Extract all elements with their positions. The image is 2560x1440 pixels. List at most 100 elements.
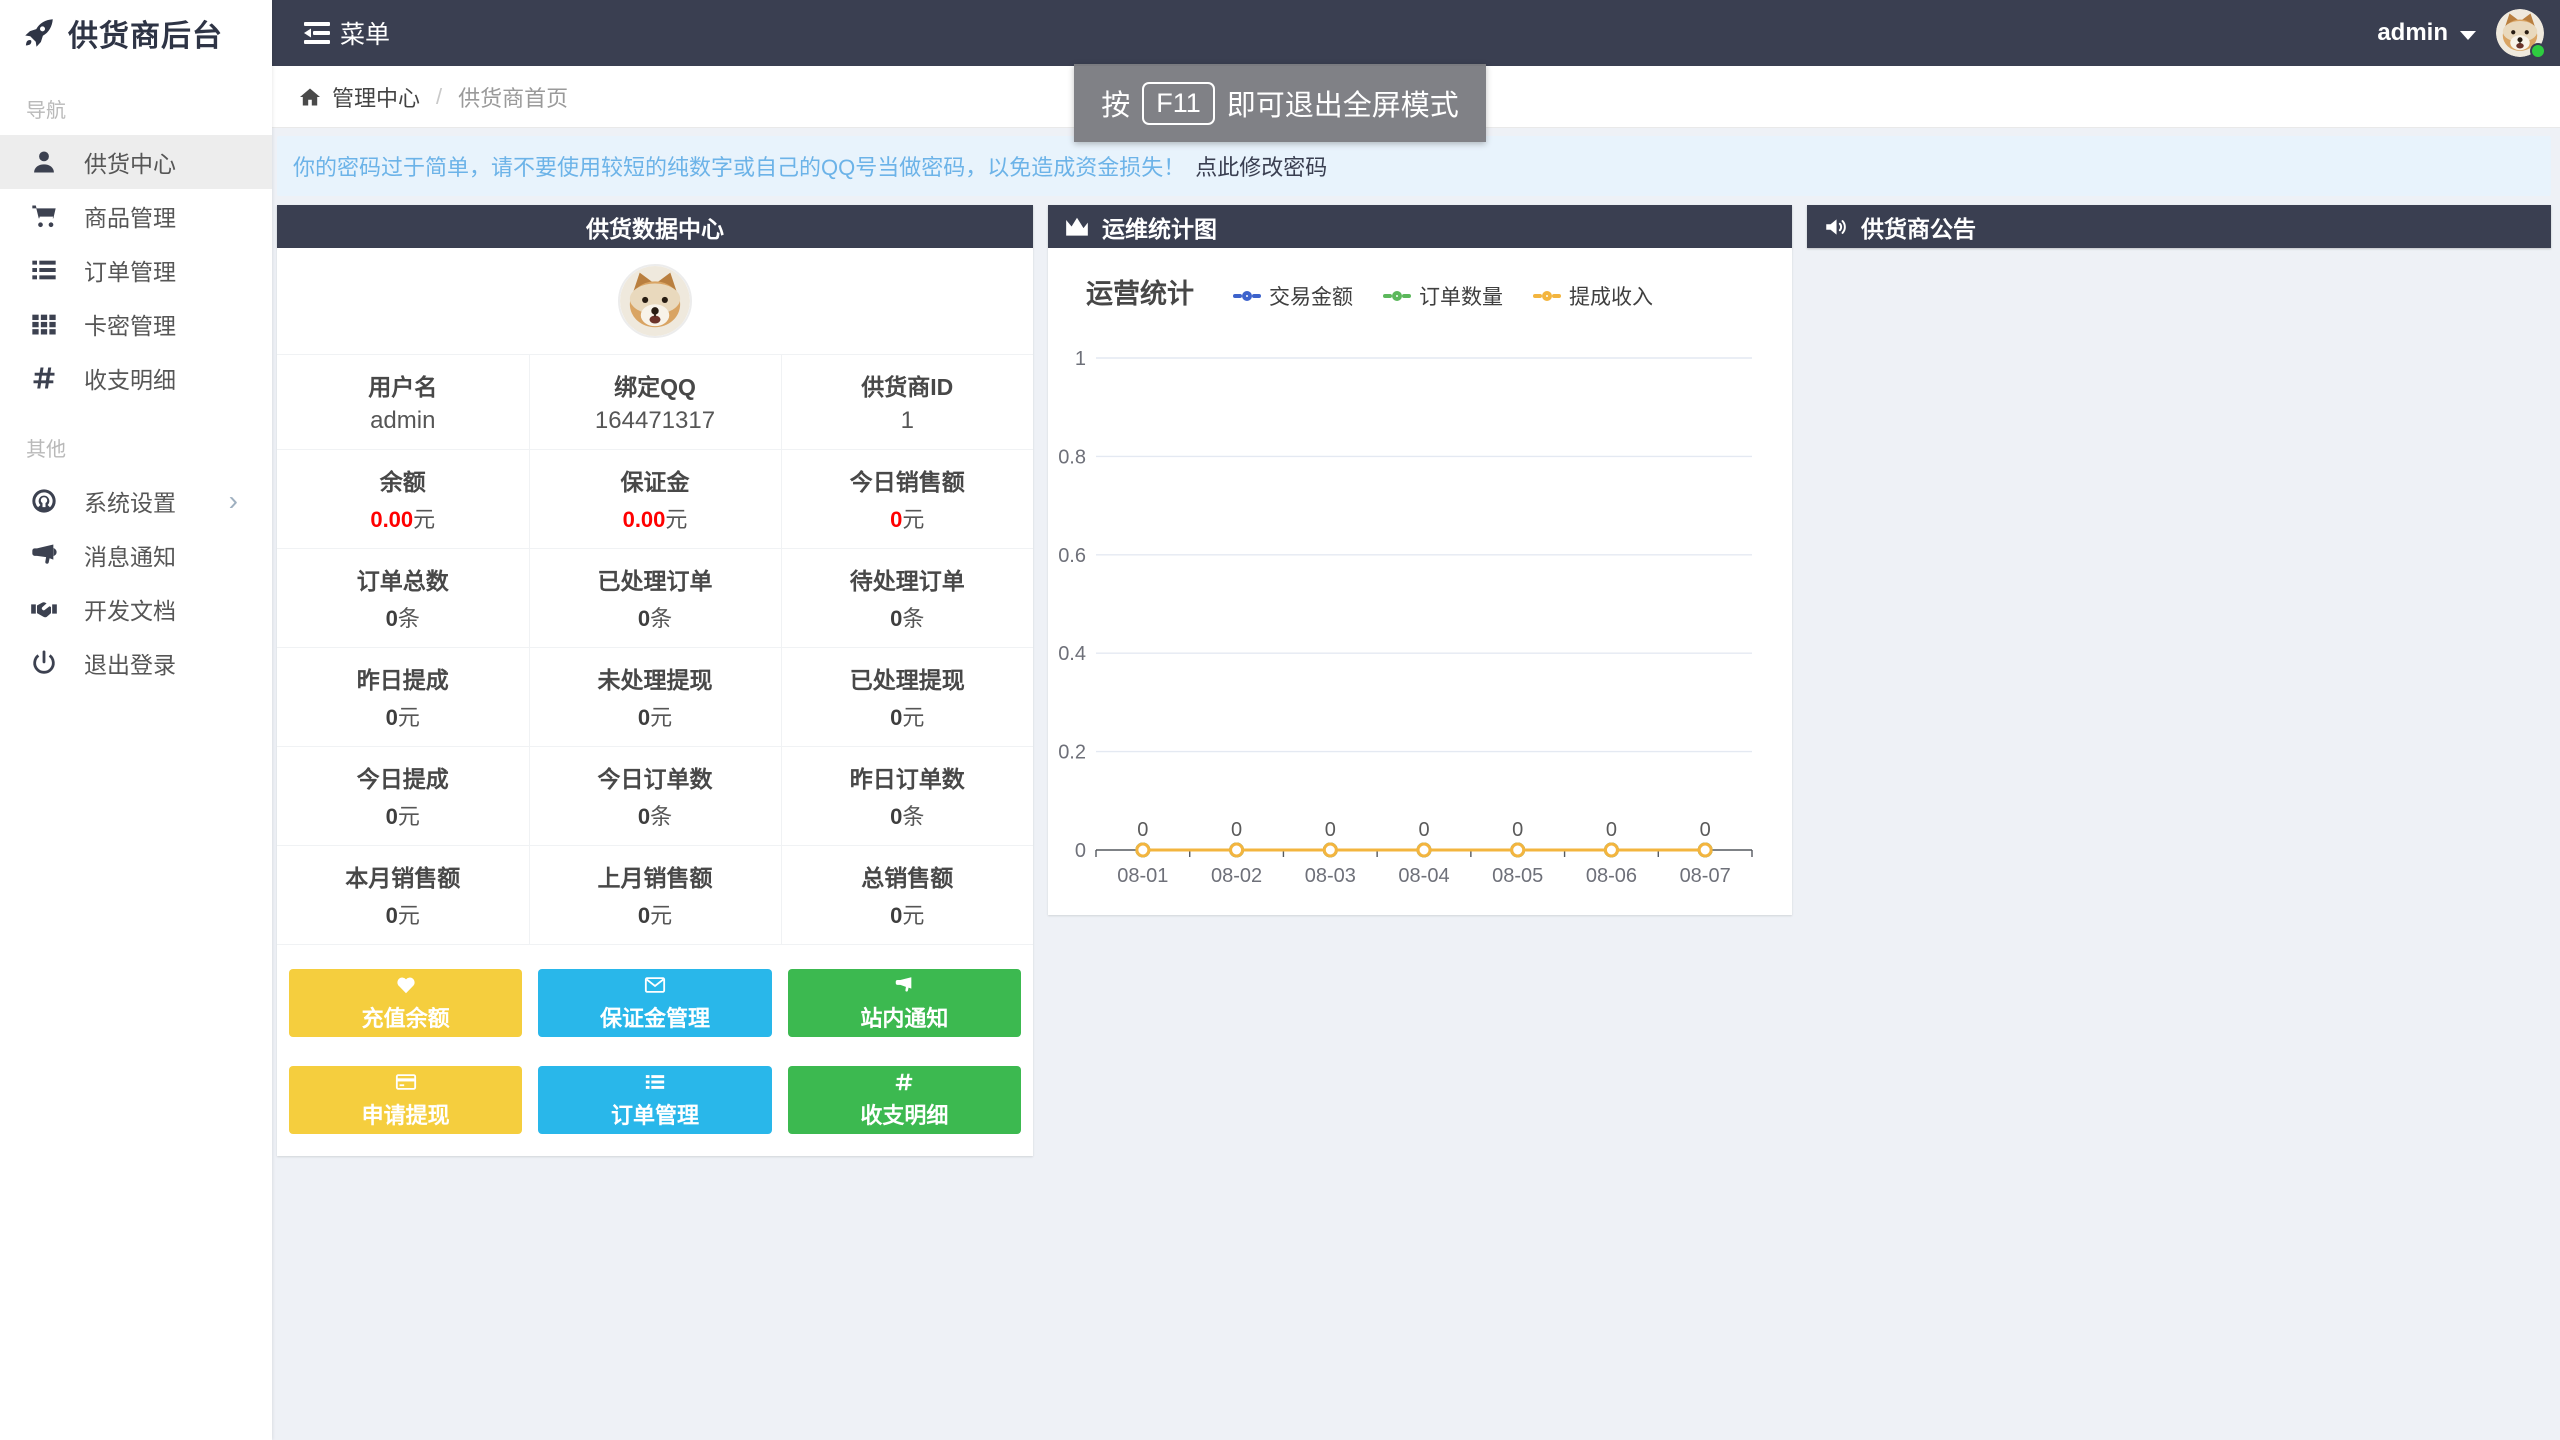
f11-key-badge: F11 bbox=[1142, 82, 1215, 125]
ops-chart-panel: 运维统计图 运营统计 交易金额订单数量提成收入 00.20.40.60.8108… bbox=[1048, 205, 1792, 915]
stats-table: 用户名admin绑定QQ164471317供货商ID1余额0.00元保证金0.0… bbox=[277, 354, 1033, 944]
topbar: 菜单 admin bbox=[272, 0, 2560, 66]
page-content: 你的密码过于简单，请不要使用较短的纯数字或自己的QQ号当做密码，以免造成资金损失… bbox=[272, 128, 2560, 1156]
stat-cell: 待处理订单0条 bbox=[781, 549, 1033, 648]
svg-text:08-02: 08-02 bbox=[1211, 865, 1262, 887]
action-button[interactable]: 保证金管理 bbox=[538, 969, 771, 1037]
stat-cell: 昨日订单数0条 bbox=[781, 747, 1033, 846]
stat-value: 0条 bbox=[782, 601, 1034, 633]
stat-label: 今日销售额 bbox=[782, 463, 1034, 497]
sidebar: 供货商后台 导航 供货中心 商品管理 订单管理 卡密管理 bbox=[0, 0, 272, 1440]
breadcrumb-separator: / bbox=[436, 84, 442, 110]
stat-value: 0.00元 bbox=[277, 502, 529, 534]
stat-cell: 今日订单数0条 bbox=[529, 747, 781, 846]
user-menu[interactable]: admin bbox=[2377, 9, 2560, 57]
stat-label: 总销售额 bbox=[782, 859, 1034, 893]
sidebar-item-system-settings[interactable]: 系统设置 › bbox=[0, 474, 272, 528]
svg-text:0: 0 bbox=[1700, 819, 1711, 841]
action-button[interactable]: 订单管理 bbox=[538, 1066, 771, 1134]
quick-actions: 充值余额保证金管理 站内通知申请提现订单管理 收支明细 bbox=[277, 944, 1033, 1156]
data-center-header: 供货数据中心 bbox=[277, 205, 1033, 248]
sidebar-item-label: 商品管理 bbox=[84, 199, 176, 233]
stat-label: 未处理提现 bbox=[530, 661, 781, 695]
sidebar-item-supply-center[interactable]: 供货中心 bbox=[0, 135, 272, 189]
stat-label: 供货商ID bbox=[782, 368, 1034, 402]
svg-text:1: 1 bbox=[1075, 348, 1086, 370]
stat-value: 0条 bbox=[782, 799, 1034, 831]
stat-label: 余额 bbox=[277, 463, 529, 497]
stat-cell: 本月销售额0元 bbox=[277, 846, 529, 945]
action-button[interactable]: 站内通知 bbox=[788, 969, 1021, 1037]
svg-text:08-05: 08-05 bbox=[1492, 865, 1543, 887]
speaker-icon bbox=[1823, 214, 1849, 240]
announcement-panel: 供货商公告 bbox=[1807, 205, 2551, 248]
stat-value: 0元 bbox=[277, 898, 529, 930]
main-area: 菜单 admin 管理中心 / 供货商首页 你的密码过于简单，请不要使用较短的纯… bbox=[272, 0, 2560, 1440]
stat-label: 今日订单数 bbox=[530, 760, 781, 794]
svg-text:0.4: 0.4 bbox=[1058, 643, 1086, 665]
stat-cell: 已处理订单0条 bbox=[529, 549, 781, 648]
avatar[interactable] bbox=[2496, 9, 2544, 57]
stat-label: 订单总数 bbox=[277, 562, 529, 596]
stat-value: admin bbox=[277, 407, 529, 435]
action-button-label: 站内通知 bbox=[860, 1001, 948, 1033]
envelope-icon bbox=[643, 974, 667, 996]
svg-text:08-07: 08-07 bbox=[1680, 865, 1731, 887]
sidebar-item-label: 开发文档 bbox=[84, 592, 176, 626]
stats-row: 今日提成0元今日订单数0条昨日订单数0条 bbox=[277, 747, 1033, 846]
menu-toggle-button[interactable]: 菜单 bbox=[272, 0, 420, 66]
action-button[interactable]: 申请提现 bbox=[289, 1066, 522, 1134]
user-icon bbox=[30, 148, 58, 176]
svg-text:0: 0 bbox=[1418, 819, 1429, 841]
heartbeat-icon bbox=[394, 974, 418, 996]
sidebar-item-logout[interactable]: 退出登录 bbox=[0, 636, 272, 690]
stat-label: 已处理订单 bbox=[530, 562, 781, 596]
svg-text:0.2: 0.2 bbox=[1058, 742, 1086, 764]
stat-cell: 上月销售额0元 bbox=[529, 846, 781, 945]
grid-icon bbox=[30, 310, 58, 338]
svg-text:0: 0 bbox=[1075, 840, 1086, 862]
sidebar-item-label: 订单管理 bbox=[84, 253, 176, 287]
stat-cell: 绑定QQ164471317 bbox=[529, 355, 781, 450]
line-chart: 00.20.40.60.8108-0108-0208-0308-0408-050… bbox=[1048, 248, 1792, 915]
stat-cell: 今日销售额 0元 bbox=[781, 450, 1033, 549]
change-password-link[interactable]: 点此修改密码 bbox=[1195, 150, 1327, 182]
handshake-icon bbox=[30, 595, 58, 623]
stat-label: 用户名 bbox=[277, 368, 529, 402]
credit-card-icon bbox=[394, 1071, 418, 1093]
action-button[interactable]: 收支明细 bbox=[788, 1066, 1021, 1134]
menu-icon bbox=[302, 20, 332, 46]
stat-value: 0元 bbox=[782, 502, 1034, 534]
stat-value: 0条 bbox=[277, 601, 529, 633]
area-chart-icon bbox=[1064, 214, 1090, 240]
sidebar-item-transactions[interactable]: 收支明细 bbox=[0, 351, 272, 405]
stats-row: 昨日提成0元未处理提现0元已处理提现0元 bbox=[277, 648, 1033, 747]
svg-text:0.6: 0.6 bbox=[1058, 545, 1086, 567]
ops-chart-header: 运维统计图 bbox=[1048, 205, 1792, 248]
sidebar-item-orders[interactable]: 订单管理 bbox=[0, 243, 272, 297]
breadcrumb-root[interactable]: 管理中心 bbox=[332, 81, 420, 113]
sidebar-item-card-keys[interactable]: 卡密管理 bbox=[0, 297, 272, 351]
power-icon bbox=[30, 649, 58, 677]
sidebar-item-dev-docs[interactable]: 开发文档 bbox=[0, 582, 272, 636]
stats-row: 订单总数0条已处理订单0条待处理订单0条 bbox=[277, 549, 1033, 648]
stat-label: 昨日提成 bbox=[277, 661, 529, 695]
stat-value: 0元 bbox=[277, 799, 529, 831]
data-center-panel: 供货数据中心 用户名admin绑定QQ164471317供货商ID1余额0.00… bbox=[277, 205, 1033, 1156]
bullhorn-icon bbox=[30, 541, 58, 569]
stat-label: 保证金 bbox=[530, 463, 781, 497]
action-button[interactable]: 充值余额 bbox=[289, 969, 522, 1037]
svg-text:0.8: 0.8 bbox=[1058, 446, 1086, 468]
fullscreen-exit-toast: 按 F11 即可退出全屏模式 bbox=[1074, 64, 1486, 142]
sidebar-item-products[interactable]: 商品管理 bbox=[0, 189, 272, 243]
sidebar-item-notifications[interactable]: 消息通知 bbox=[0, 528, 272, 582]
sidebar-item-label: 退出登录 bbox=[84, 646, 176, 680]
toast-prefix: 按 bbox=[1101, 82, 1130, 124]
hash-icon bbox=[30, 364, 58, 392]
svg-text:0: 0 bbox=[1137, 819, 1148, 841]
sidebar-item-label: 供货中心 bbox=[84, 145, 176, 179]
action-button-label: 收支明细 bbox=[860, 1098, 948, 1130]
app-logo[interactable]: 供货商后台 bbox=[0, 0, 272, 66]
chevron-down-icon bbox=[2460, 31, 2476, 40]
announcement-header: 供货商公告 bbox=[1807, 205, 2551, 248]
